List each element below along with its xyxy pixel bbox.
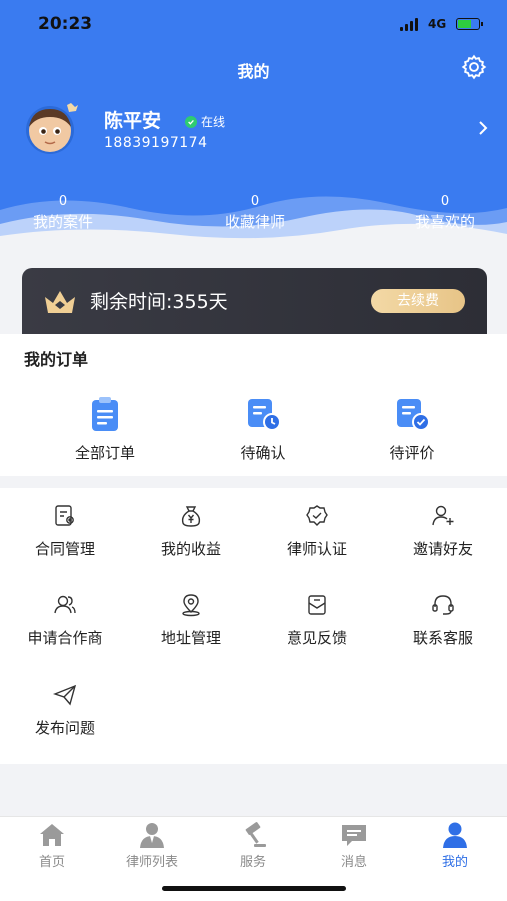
order-label: 待确认 — [240, 444, 286, 462]
stat-value: 0 — [58, 194, 68, 209]
user-name: 陈平安 — [104, 110, 162, 132]
stat-value: 0 — [250, 194, 260, 209]
users-icon — [54, 595, 76, 614]
tool-label: 意见反馈 — [286, 629, 347, 647]
order-pending-review[interactable]: 待评价 — [352, 394, 472, 463]
tab-label: 律师列表 — [125, 855, 178, 870]
page-title: 我的 — [237, 62, 270, 81]
tool-label: 发布问题 — [34, 719, 95, 737]
online-status-label: 在线 — [201, 115, 226, 129]
tool-invite-friends[interactable]: 邀请好友 — [380, 503, 506, 559]
tool-apply-partner[interactable]: 申请合作商 — [2, 592, 128, 648]
tool-label: 我的收益 — [160, 540, 221, 558]
user-add-icon — [432, 505, 454, 526]
tool-post-question[interactable]: 发布问题 — [2, 682, 128, 738]
order-pending-confirm[interactable]: 待确认 — [203, 394, 323, 463]
avatar[interactable] — [20, 103, 80, 155]
location-pin-icon — [182, 594, 200, 617]
tool-address-management[interactable]: 地址管理 — [128, 592, 254, 648]
feedback-icon — [308, 595, 326, 615]
tool-contract-management[interactable]: 合同管理 — [2, 503, 128, 559]
order-label: 待评价 — [389, 444, 435, 462]
tool-lawyer-certification[interactable]: 律师认证 — [254, 503, 380, 559]
order-all[interactable]: 全部订单 — [45, 394, 165, 463]
home-icon — [40, 824, 64, 846]
tab-lawyer-list[interactable]: 律师列表 — [102, 821, 202, 870]
vip-remaining-time: 剩余时间:355天 — [90, 291, 228, 313]
tab-messages[interactable]: 消息 — [304, 821, 404, 870]
online-status: 在线 — [185, 113, 225, 130]
stat-saved-lawyers[interactable]: 0 收藏律师 — [195, 194, 315, 232]
money-bag-icon — [181, 506, 201, 527]
vip-card: 剩余时间:355天 去续费 — [22, 268, 487, 334]
tab-label: 我的 — [441, 855, 468, 870]
stat-label: 收藏律师 — [224, 213, 285, 231]
orders-title: 我的订单 — [24, 350, 89, 369]
document-clock-icon — [248, 399, 281, 431]
badge-check-icon — [306, 505, 328, 526]
tool-label: 申请合作商 — [27, 629, 103, 647]
status-bar: 20:23 4G — [0, 14, 507, 38]
stat-my-likes[interactable]: 0 我喜欢的 — [385, 194, 505, 232]
profile-header: 20:23 4G 我的 陈平安 在线 18839197174 0 我的案件 0 … — [0, 0, 507, 250]
crown-icon — [45, 291, 75, 313]
tool-label: 联系客服 — [412, 629, 473, 647]
gavel-icon — [245, 822, 266, 847]
tools-grid: 合同管理 我的收益 律师认证 邀请好友 申请合作商 地址管理 意见反馈 联系客服… — [0, 488, 507, 764]
tool-label: 邀请好友 — [412, 540, 473, 558]
tool-my-earnings[interactable]: 我的收益 — [128, 503, 254, 559]
person-icon — [443, 822, 467, 848]
tool-label: 合同管理 — [34, 540, 95, 558]
document-check-icon — [397, 399, 430, 431]
lawyer-icon — [140, 823, 164, 848]
contract-icon — [55, 505, 74, 526]
message-icon — [342, 825, 366, 846]
stat-label: 我的案件 — [32, 213, 93, 231]
signal-icon — [400, 18, 422, 31]
status-time: 20:23 — [38, 14, 93, 34]
check-icon — [185, 115, 197, 128]
send-icon — [52, 684, 77, 706]
orders-section: 我的订单 全部订单 待确认 待评价 — [0, 334, 507, 476]
chevron-right-icon[interactable] — [476, 120, 490, 136]
tab-services[interactable]: 服务 — [203, 821, 303, 870]
tab-label: 服务 — [239, 855, 266, 870]
tool-label: 地址管理 — [160, 629, 221, 647]
renew-button[interactable]: 去续费 — [371, 289, 465, 313]
gear-icon[interactable] — [460, 53, 488, 81]
network-type: 4G — [428, 17, 447, 31]
tab-label: 首页 — [38, 855, 65, 870]
stat-my-cases[interactable]: 0 我的案件 — [3, 194, 123, 232]
tab-home[interactable]: 首页 — [2, 821, 102, 870]
battery-icon — [456, 18, 483, 30]
order-label: 全部订单 — [74, 444, 135, 462]
tab-label: 消息 — [340, 855, 367, 870]
home-indicator — [162, 886, 346, 891]
tool-feedback[interactable]: 意见反馈 — [254, 592, 380, 648]
tool-contact-support[interactable]: 联系客服 — [380, 592, 506, 648]
tab-mine[interactable]: 我的 — [405, 821, 505, 870]
tool-label: 律师认证 — [286, 540, 347, 558]
stat-value: 0 — [440, 194, 450, 209]
headset-icon — [432, 595, 454, 615]
clipboard-icon — [92, 397, 118, 431]
user-phone: 18839197174 — [104, 135, 208, 151]
stat-label: 我喜欢的 — [414, 213, 475, 231]
